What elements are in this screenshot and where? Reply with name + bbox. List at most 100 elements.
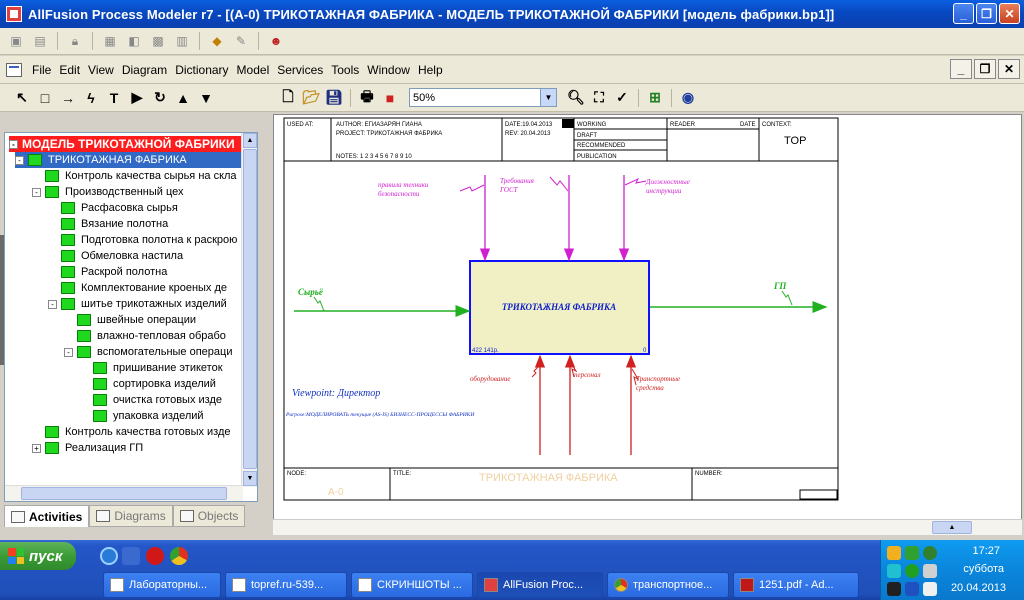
go-to-parent-icon[interactable]: ▲ — [173, 88, 193, 108]
zoom-in-icon[interactable]: 🔍︎ — [566, 88, 586, 108]
tree-item[interactable]: швейные операции — [77, 312, 196, 328]
close-button[interactable]: ✕ — [999, 3, 1020, 24]
paste-icon[interactable]: ▤ — [30, 32, 50, 50]
go-to-child-icon[interactable]: ▶ — [127, 88, 147, 108]
tree-vertical-scrollbar[interactable]: ▲ ▼ — [241, 133, 257, 487]
tree-item[interactable]: Контроль качества сырья на скла — [45, 168, 237, 184]
tree-item[interactable]: Подготовка полотна к раскрою — [61, 232, 237, 248]
scroll-thumb[interactable] — [243, 149, 257, 469]
copy-icon[interactable]: ▣ — [6, 32, 26, 50]
menu-dictionary[interactable]: Dictionary — [171, 63, 232, 77]
users-icon[interactable]: ☻ — [266, 32, 286, 50]
model-tree-icon[interactable]: ⊞ — [645, 88, 665, 108]
table-icon[interactable]: ▥ — [172, 32, 192, 50]
menu-model[interactable]: Model — [233, 63, 274, 77]
menu-edit[interactable]: Edit — [55, 63, 84, 77]
rotate-icon[interactable]: ↻ — [150, 88, 170, 108]
document-icon[interactable] — [6, 62, 22, 77]
tab-activities[interactable]: Activities — [4, 505, 90, 527]
start-button[interactable]: пуск — [0, 542, 76, 570]
doc-close-button[interactable]: ✕ — [998, 59, 1020, 79]
network-icon[interactable] — [923, 546, 937, 560]
lock-icon[interactable]: 🔒︎ — [65, 32, 85, 50]
doc-restore-button[interactable]: ❐ — [974, 59, 996, 79]
menu-services[interactable]: Services — [273, 63, 327, 77]
arrow-tool-icon[interactable]: → — [58, 88, 78, 108]
task-button[interactable]: СКРИНШОТЫ ... — [351, 572, 473, 598]
save-icon[interactable]: 💾︎ — [324, 88, 344, 108]
tray-app-icon[interactable] — [905, 564, 919, 578]
print-icon[interactable]: 🖶︎ — [357, 88, 377, 108]
task-button[interactable]: Лабораторны... — [103, 572, 221, 598]
tree-item[interactable]: Вязание полотна — [61, 216, 168, 232]
tree-expander[interactable]: - — [32, 187, 41, 197]
grid-icon[interactable]: ▩ — [148, 32, 168, 50]
tree-root[interactable]: - МОДЕЛЬ ТРИКОТАЖНОЙ ФАБРИКИ — [9, 136, 241, 152]
scroll-thumb[interactable] — [21, 487, 227, 500]
tree-item[interactable]: пришивание этикеток — [93, 360, 223, 376]
tree-item[interactable]: Контроль качества готовых изде — [45, 424, 231, 440]
tray-app-icon[interactable] — [923, 564, 937, 578]
scroll-up-icon[interactable]: ▲ — [932, 521, 972, 534]
scroll-down-icon[interactable]: ▼ — [243, 471, 257, 486]
opera-icon[interactable] — [146, 547, 164, 565]
tree-item[interactable]: Комплектование кроеных де — [61, 280, 227, 296]
tree-expander[interactable]: - — [48, 299, 57, 309]
activity-box-tool-icon[interactable]: □ — [35, 88, 55, 108]
report-icon[interactable]: ▦ — [100, 32, 120, 50]
task-button[interactable]: topref.ru-539... — [225, 572, 347, 598]
tree-item[interactable]: Раскрой полотна — [61, 264, 167, 280]
chevron-down-icon[interactable]: ▼ — [540, 89, 556, 106]
menu-window[interactable]: Window — [363, 63, 414, 77]
tree-expander[interactable]: - — [64, 347, 73, 357]
ie-icon[interactable] — [100, 547, 118, 565]
tray-app-icon[interactable] — [887, 564, 901, 578]
tree-expander[interactable]: - — [15, 155, 24, 165]
menu-diagram[interactable]: Diagram — [118, 63, 171, 77]
tree-item[interactable]: упаковка изделий — [93, 408, 204, 424]
menu-help[interactable]: Help — [414, 63, 447, 77]
tab-diagrams[interactable]: Diagrams — [89, 505, 173, 527]
tree-item[interactable]: - Производственный цех — [32, 184, 184, 200]
tree-item[interactable]: + Реализация ГП — [32, 440, 143, 456]
diagram-horizontal-scrollbar[interactable]: ▲ — [273, 519, 1022, 535]
desktop-icon[interactable] — [122, 547, 140, 565]
pointer-tool-icon[interactable]: ↖ — [12, 88, 32, 108]
minimize-button[interactable]: _ — [953, 3, 974, 24]
zoom-fit-icon[interactable]: ⛶ — [589, 88, 609, 108]
tree-horizontal-scrollbar[interactable] — [5, 485, 243, 501]
diagram-workspace[interactable]: USED AT: AUTHOR: ЕГИАЗАРЯН ГИАНА PROJECT… — [273, 114, 1022, 534]
color-icon[interactable]: ■ — [380, 88, 400, 108]
chrome-icon[interactable] — [170, 547, 188, 565]
doc-minimize-button[interactable]: _ — [950, 59, 972, 79]
volume-icon[interactable] — [923, 582, 937, 596]
tree-expander[interactable]: - — [9, 139, 18, 149]
tree-expander[interactable]: + — [32, 443, 41, 453]
go-down-icon[interactable]: ▼ — [196, 88, 216, 108]
task-button-active[interactable]: AllFusion Proc... — [477, 572, 603, 598]
menu-file[interactable]: File — [28, 63, 55, 77]
spell-check-icon[interactable]: ✓ — [612, 88, 632, 108]
maximize-button[interactable]: ❐ — [976, 3, 997, 24]
model-icon[interactable]: ◧ — [124, 32, 144, 50]
menu-view[interactable]: View — [84, 63, 118, 77]
tray-app-icon[interactable] — [905, 582, 919, 596]
scroll-up-icon[interactable]: ▲ — [243, 133, 257, 148]
tree-item[interactable]: сортировка изделий — [93, 376, 216, 392]
menu-tools[interactable]: Tools — [327, 63, 363, 77]
tree-item[interactable]: - ТРИКОТАЖНАЯ ФАБРИКА — [15, 152, 241, 168]
tray-app-icon[interactable] — [887, 582, 901, 596]
tree-item[interactable]: очистка готовых изде — [93, 392, 222, 408]
squiggle-tool-icon[interactable]: ϟ — [81, 88, 101, 108]
navigator-icon[interactable]: ◉ — [678, 88, 698, 108]
task-button[interactable]: 1251.pdf - Ad... — [733, 572, 859, 598]
clock-time[interactable]: 17:27 — [972, 545, 1000, 557]
tree-item[interactable]: Расфасовка сырья — [61, 200, 178, 216]
tray-app-icon[interactable] — [905, 546, 919, 560]
tab-objects[interactable]: Objects — [172, 505, 246, 527]
tree-item[interactable]: влажно-тепловая обрабо — [77, 328, 226, 344]
zoom-select[interactable]: 50% ▼ — [409, 88, 557, 107]
tree-item[interactable]: Обмеловка настила — [61, 248, 183, 264]
keyboard-icon[interactable] — [887, 546, 901, 560]
new-file-icon[interactable]: 🗋︎ — [278, 88, 298, 108]
